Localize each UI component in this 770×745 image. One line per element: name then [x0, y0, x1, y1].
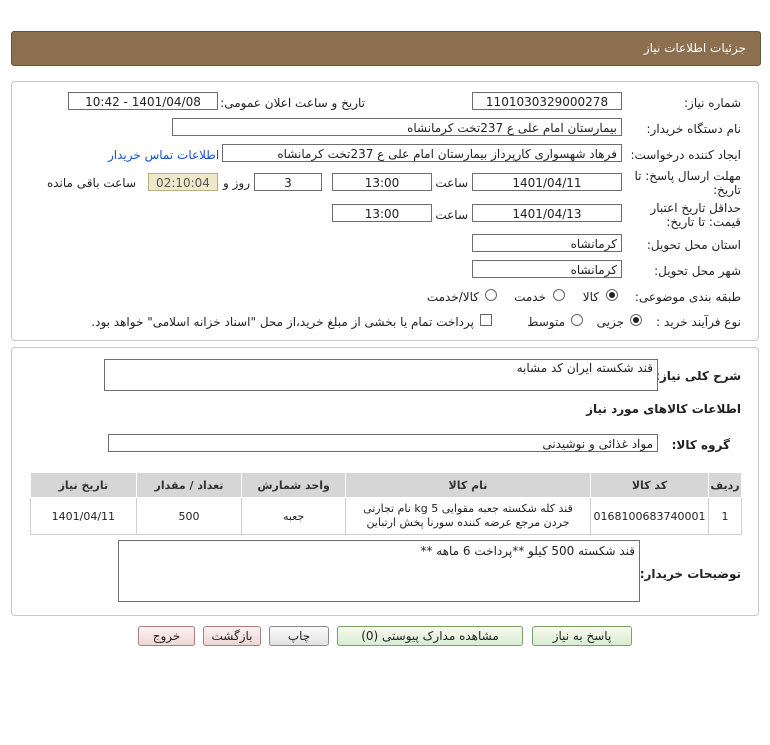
cell-unit: جعبه — [241, 497, 346, 535]
validity-label: حداقل تاریخ اعتبار — [650, 201, 741, 215]
province-field: کرمانشاه — [472, 234, 622, 252]
col-unit: واحد شمارش — [241, 472, 346, 498]
col-row: ردیف — [707, 472, 743, 498]
announce-label: تاریخ و ساعت اعلان عمومی: — [220, 96, 365, 110]
remaining-label: ساعت باقی مانده — [46, 176, 136, 190]
category-radio-service[interactable] — [553, 289, 565, 301]
need-number-field: 1101030329000278 — [472, 92, 622, 110]
days-field: 3 — [254, 173, 322, 191]
exit-button[interactable]: خروج — [138, 626, 195, 646]
table-header-row: ردیف کد کالا نام کالا واحد شمارش تعداد /… — [30, 472, 743, 498]
city-label: شهر محل تحویل: — [654, 264, 741, 278]
treasury-checkbox[interactable] — [480, 314, 492, 326]
back-button[interactable]: بازگشت — [203, 626, 261, 646]
goods-table: ردیف کد کالا نام کالا واحد شمارش تعداد /… — [30, 472, 743, 535]
category-goods-label: کالا — [582, 290, 599, 304]
print-button[interactable]: چاپ — [269, 626, 329, 646]
col-name: نام کالا — [344, 472, 592, 498]
cell-code: 0168100683740001 — [590, 497, 709, 535]
process-medium-label: متوسط — [527, 315, 565, 329]
col-code: کد کالا — [590, 472, 709, 498]
days-label: روز و — [223, 176, 250, 190]
reply-button[interactable]: پاسخ به نیاز — [532, 626, 632, 646]
table-row: 1 0168100683740001 قند کله شکسته جعبه مق… — [30, 497, 743, 535]
deadline-date-field: 1401/04/11 — [472, 173, 622, 191]
cell-date: 1401/04/11 — [30, 497, 137, 535]
summary-field: قند شکسته ایران کد مشابه — [104, 359, 658, 391]
buyer-contact-link[interactable]: اطلاعات تماس خریدار — [108, 148, 219, 162]
goods-group-field: مواد غذائی و نوشیدنی — [108, 434, 658, 452]
page-title: جزئیات اطلاعات نیاز — [643, 41, 746, 55]
payment-note: پرداخت تمام یا بخشی از مبلغ خرید،از محل … — [91, 315, 474, 329]
process-label: نوع فرآیند خرید : — [656, 315, 741, 329]
deadline-time-label: ساعت — [435, 176, 468, 190]
province-label: استان محل تحویل: — [646, 238, 741, 252]
deadline-label-2: تاریخ: — [713, 183, 741, 197]
attachments-button[interactable]: مشاهده مدارک پیوستی (0) — [337, 626, 523, 646]
creator-label: ایجاد کننده درخواست: — [630, 148, 741, 162]
validity-time-field: 13:00 — [332, 204, 432, 222]
process-radio-minor[interactable] — [630, 314, 642, 326]
category-service-label: خدمت — [514, 290, 546, 304]
cell-row: 1 — [707, 497, 743, 535]
buyer-org-field: بیمارستان امام علی ع 237تخت کرمانشاه — [172, 118, 622, 136]
page-header: جزئیات اطلاعات نیاز — [11, 31, 761, 66]
category-both-label: کالا/خدمت — [426, 290, 479, 304]
creator-field: فرهاد شهسواری کارپرداز بیمارستان امام عل… — [222, 144, 622, 162]
need-number-label: شماره نیاز: — [684, 96, 741, 110]
cell-name: قند کله شکسته جعبه مقوایی kg 5 نام تجارت… — [344, 497, 592, 535]
category-radio-goods[interactable] — [606, 289, 618, 301]
validity-date-field: 1401/04/13 — [472, 204, 622, 222]
goods-info-title: اطلاعات کالاهای مورد نیاز — [586, 402, 741, 416]
col-qty: تعداد / مقدار — [135, 472, 243, 498]
process-minor-label: جزیی — [596, 315, 624, 329]
validity-time-label: ساعت — [435, 208, 468, 222]
process-radio-medium[interactable] — [571, 314, 583, 326]
validity-label-2: قیمت: تا تاریخ: — [666, 215, 741, 229]
summary-label: شرح کلی نیاز: — [655, 369, 741, 383]
deadline-label: مهلت ارسال پاسخ: تا — [634, 169, 741, 183]
goods-group-label: گروه کالا: — [671, 438, 730, 452]
city-field: کرمانشاه — [472, 260, 622, 278]
category-label: طبقه بندی موضوعی: — [634, 290, 741, 304]
buyer-org-label: نام دستگاه خریدار: — [646, 122, 742, 136]
remaining-time-field: 02:10:04 — [148, 173, 218, 191]
cell-qty: 500 — [135, 497, 243, 535]
deadline-time-field: 13:00 — [332, 173, 432, 191]
category-radio-both[interactable] — [485, 289, 497, 301]
buyer-notes-label: توضیحات خریدار: — [639, 567, 741, 581]
announce-field: 1401/04/08 - 10:42 — [68, 92, 218, 110]
col-date: تاریخ نیاز — [30, 472, 137, 498]
buyer-notes-field: قند شکسته 500 کیلو **پرداخت 6 ماهه ** — [118, 540, 640, 602]
